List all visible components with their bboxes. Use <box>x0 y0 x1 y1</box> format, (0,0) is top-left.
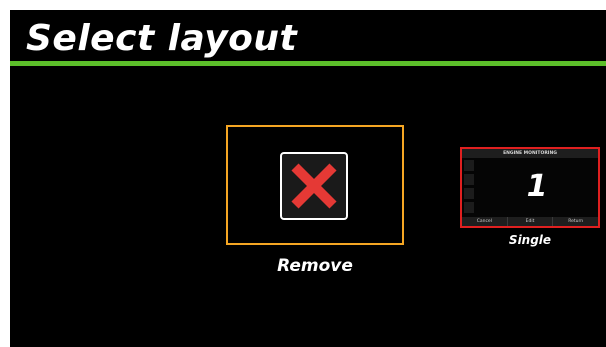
single-option-label: Single <box>508 233 552 247</box>
preview-side-slot <box>464 188 474 199</box>
remove-option-label: Remove <box>277 256 353 276</box>
preview-footer: Cancel Edit Return <box>462 217 598 226</box>
preview-header: ENGINE MONITORING <box>462 149 598 158</box>
preview-footer-cancel: Cancel <box>476 219 492 224</box>
preview-side-slot <box>464 202 474 213</box>
layout-selection-screen: Select layout Remove ENGINE MONITORING 1… <box>10 10 606 347</box>
title-divider <box>10 61 606 66</box>
preview-footer-edit: Edit <box>506 217 553 226</box>
preview-footer-return: Return <box>552 217 598 226</box>
preview-side-slot <box>464 160 474 171</box>
preview-sidebar <box>464 160 474 214</box>
preview-side-slot <box>464 174 474 185</box>
close-x-icon <box>291 163 337 209</box>
preview-value: 1 <box>526 169 548 204</box>
remove-layout-option[interactable] <box>226 125 404 245</box>
single-layout-option[interactable]: ENGINE MONITORING 1 Cancel Edit Return <box>460 147 600 228</box>
remove-tile <box>280 152 348 220</box>
page-title: Select layout <box>26 18 298 59</box>
